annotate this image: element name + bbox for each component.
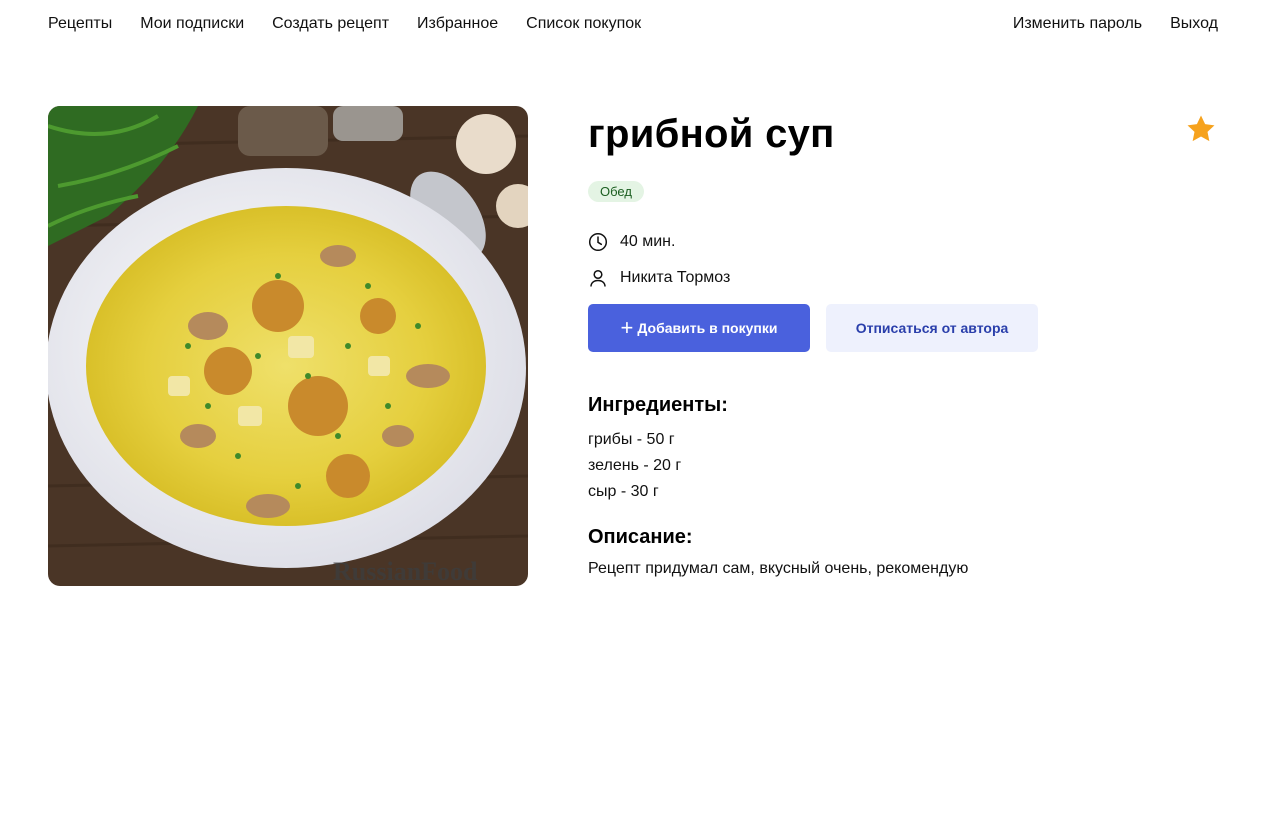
nav-link-logout[interactable]: Выход — [1170, 13, 1218, 35]
nav-left-group: Рецепты Мои подписки Создать рецепт Избр… — [48, 13, 669, 35]
description-text: Рецепт придумал сам, вкусный очень, реко… — [588, 560, 969, 577]
recipe-tag: Обед — [588, 181, 644, 202]
nav-link-favorites[interactable]: Избранное — [417, 13, 498, 35]
recipe-info: грибной суп Обед 40 мин. Никита Тормоз +… — [588, 106, 1218, 580]
recipe-photo: RussianFood — [48, 106, 528, 586]
nav-link-create-recipe[interactable]: Создать рецепт — [272, 13, 389, 35]
ingredient-item: зелень - 20 г — [588, 457, 682, 474]
nav-link-change-password[interactable]: Изменить пароль — [1013, 13, 1142, 35]
nav-right-group: Изменить пароль Выход — [985, 13, 1218, 35]
nav-link-recipes[interactable]: Рецепты — [48, 13, 112, 35]
plus-icon: + — [620, 315, 634, 340]
recipe-author: Никита Тормоз — [588, 267, 1218, 289]
clock-icon — [588, 232, 608, 252]
unsubscribe-author-button[interactable]: Отписаться от автора — [826, 304, 1038, 352]
description-heading: Описание: — [588, 526, 693, 548]
author-name: Никита Тормоз — [620, 269, 731, 286]
ingredients-list: грибы - 50 г зелень - 20 г сыр - 30 г — [588, 427, 1218, 505]
add-to-shopping-list-label: Добавить в покупки — [637, 320, 778, 336]
recipe-title: грибной суп — [588, 112, 835, 156]
photo-watermark: RussianFood — [333, 557, 478, 586]
ingredients-heading: Ингредиенты: — [588, 394, 728, 416]
favorite-star-icon[interactable] — [1184, 112, 1218, 146]
ingredient-item: грибы - 50 г — [588, 431, 675, 448]
ingredient-item: сыр - 30 г — [588, 483, 659, 500]
add-to-shopping-list-button[interactable]: + Добавить в покупки — [588, 304, 810, 352]
user-icon — [590, 269, 606, 287]
top-navigation: Рецепты Мои подписки Создать рецепт Избр… — [48, 12, 1218, 36]
nav-link-subscriptions[interactable]: Мои подписки — [140, 13, 244, 35]
recipe-actions: + Добавить в покупки Отписаться от автор… — [588, 304, 1218, 352]
cooking-time-value: 40 мин. — [620, 233, 676, 250]
nav-link-shopping-list[interactable]: Список покупок — [526, 13, 641, 35]
cooking-time: 40 мин. — [588, 231, 1218, 253]
